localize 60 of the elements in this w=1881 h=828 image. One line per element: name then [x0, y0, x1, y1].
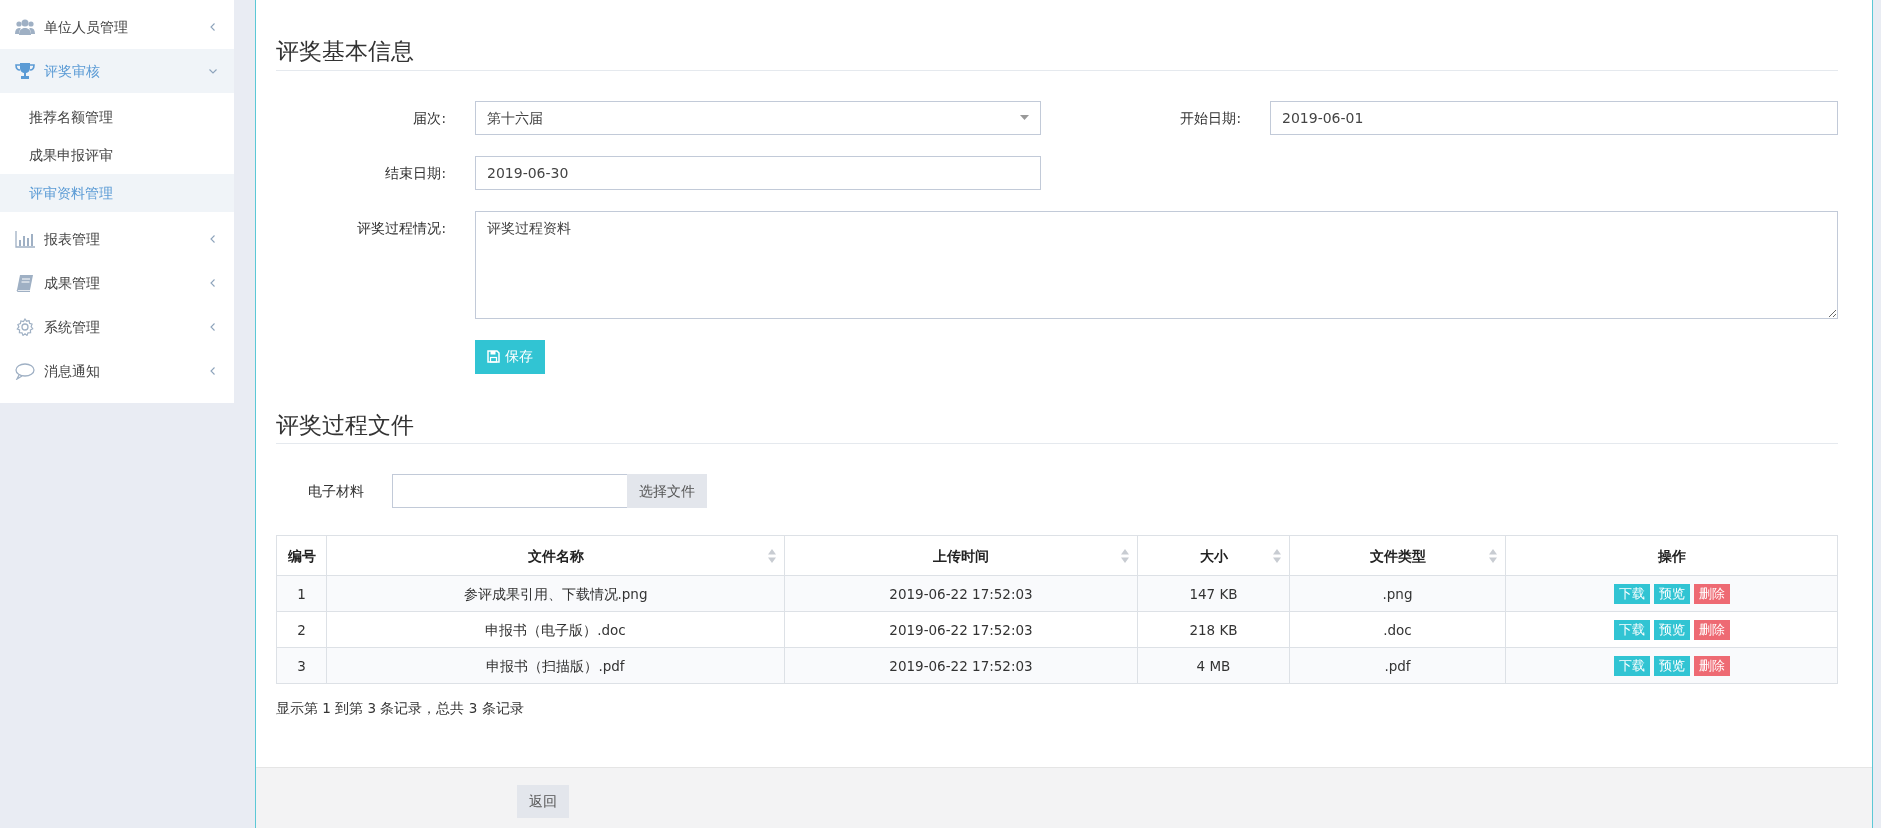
column-header: 操作: [1505, 535, 1838, 576]
table-cell: 2019-06-22 17:52:03: [784, 575, 1138, 612]
table-cell: 4 MB: [1137, 647, 1290, 684]
table-cell: 2019-06-22 17:52:03: [784, 647, 1138, 684]
sidebar-item[interactable]: 成果管理: [0, 261, 234, 305]
table-cell: 2019-06-22 17:52:03: [784, 611, 1138, 648]
chevron-icon: [208, 322, 218, 332]
table-cell: .doc: [1289, 611, 1506, 648]
sidebar-subitem[interactable]: 成果申报评审: [0, 136, 234, 174]
sort-icon[interactable]: [768, 549, 776, 564]
back-button[interactable]: 返回: [517, 785, 569, 818]
chat-icon: [15, 362, 35, 380]
sidebar-item[interactable]: 消息通知: [0, 349, 234, 393]
file-path-field[interactable]: [392, 474, 627, 509]
chevron-icon: [208, 66, 218, 76]
sidebar-item[interactable]: 单位人员管理: [0, 5, 234, 49]
sort-icon[interactable]: [1489, 549, 1497, 564]
bar-chart-icon: [15, 230, 35, 248]
gear-icon: [15, 318, 35, 336]
table-cell: 2: [276, 611, 327, 648]
table-cell: 申报书（扫描版）.pdf: [326, 647, 785, 684]
date-field[interactable]: 2019-06-01: [1270, 100, 1838, 135]
chevron-icon: [208, 278, 218, 288]
users-icon: [15, 18, 35, 36]
sidebar-item[interactable]: 报表管理: [0, 217, 234, 261]
column-header: 编号: [276, 535, 327, 576]
table-cell: 147 KB: [1137, 575, 1290, 612]
column-header[interactable]: 文件名称: [326, 535, 785, 576]
field-label: 开始日期:: [1179, 108, 1241, 128]
column-header[interactable]: 上传时间: [784, 535, 1138, 576]
table-cell: 218 KB: [1137, 611, 1290, 648]
table-cell: .pdf: [1289, 647, 1506, 684]
field-label: 电子材料: [307, 482, 365, 502]
chevron-icon: [208, 22, 218, 32]
table-cell: 申报书（电子版）.doc: [326, 611, 785, 648]
table-cell: 参评成果引用、下载情况.png: [326, 575, 785, 612]
chevron-icon: [208, 366, 218, 376]
text-area[interactable]: 评奖过程资料: [475, 210, 1838, 319]
trophy-icon: [15, 62, 35, 80]
table-cell: 1: [276, 575, 327, 612]
sidebar-item[interactable]: 系统管理: [0, 305, 234, 349]
select-field[interactable]: 第十六届: [475, 100, 1041, 135]
field-label: 结束日期:: [384, 163, 446, 183]
table-cell: .png: [1289, 575, 1506, 612]
pagination-summary: 显示第 1 到第 3 条记录，总共 3 条记录: [276, 699, 524, 719]
table-cell: 3: [276, 647, 327, 684]
book-icon: [15, 274, 35, 292]
column-header[interactable]: 文件类型: [1289, 535, 1506, 576]
section-heading: 评奖过程文件: [276, 411, 1838, 445]
section-heading: 评奖基本信息: [276, 38, 1838, 71]
field-label: 评奖过程情况:: [356, 218, 446, 238]
sort-icon[interactable]: [1273, 549, 1281, 564]
choose-file-button[interactable]: 选择文件: [627, 474, 707, 509]
date-field[interactable]: 2019-06-30: [475, 155, 1041, 190]
caret-icon: [1020, 115, 1029, 121]
sidebar-subitem[interactable]: 推荐名额管理: [0, 98, 234, 136]
sort-icon[interactable]: [1121, 549, 1129, 564]
chevron-icon: [208, 234, 218, 244]
column-header[interactable]: 大小: [1137, 535, 1290, 576]
field-label: 届次:: [412, 108, 446, 128]
